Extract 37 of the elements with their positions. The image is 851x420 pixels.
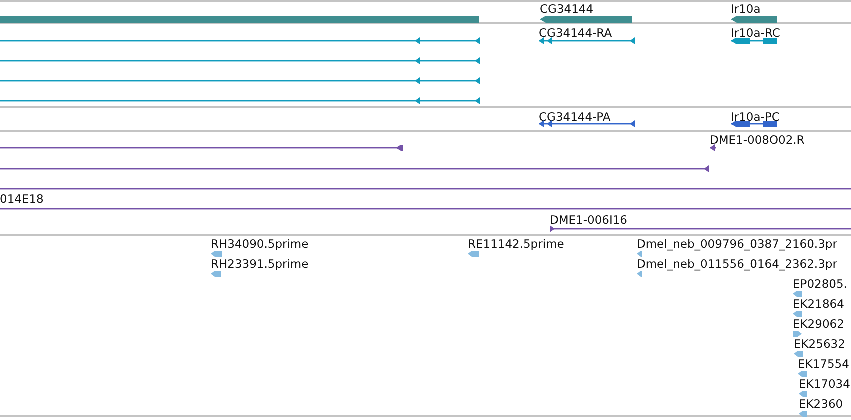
feature-label: Ir10a xyxy=(731,2,761,16)
feature-label: RH23391.5prime xyxy=(211,257,309,271)
feature-label: Ir10a-PC xyxy=(731,110,780,124)
read-glyph[interactable] xyxy=(799,411,807,417)
feature-label: Dmel_neb_009796_0387_2160.3pr xyxy=(637,237,838,251)
feature-label: CG34144 xyxy=(540,2,594,16)
gene-bar[interactable] xyxy=(540,16,632,23)
feature-label: EK29062 xyxy=(793,317,844,331)
read-glyph[interactable] xyxy=(637,251,642,257)
feature-label: EK17554 xyxy=(798,357,850,371)
feature-label: DME1-008O02.R xyxy=(710,133,805,147)
transcript-glyph[interactable] xyxy=(731,120,777,128)
read-glyph[interactable] xyxy=(793,291,802,297)
feature-label: EK21864 xyxy=(793,297,844,311)
feature-label: EK2360 xyxy=(799,397,844,411)
feature-label: Ir10a-RC xyxy=(731,26,780,40)
read-glyph[interactable] xyxy=(799,391,807,397)
read-glyph[interactable] xyxy=(798,371,807,377)
feature-label: Dmel_neb_011556_0164_2362.3pr xyxy=(637,257,838,271)
feature-label: DME1-006I16 xyxy=(550,213,628,227)
feature-label: EP02805. xyxy=(793,277,848,291)
feature-label: EK25632 xyxy=(794,337,846,351)
feature-label: EK17034 xyxy=(799,377,850,391)
read-glyph[interactable] xyxy=(794,351,803,357)
read-glyph[interactable] xyxy=(211,271,221,277)
read-glyph[interactable] xyxy=(793,331,802,337)
feature-label: RH34090.5prime xyxy=(211,237,309,251)
read-glyph[interactable] xyxy=(468,251,479,257)
feature-label: 014E18 xyxy=(0,192,44,206)
feature-label: CG34144-PA xyxy=(539,110,611,124)
gene-bar[interactable] xyxy=(731,16,777,23)
feature-label: RE11142.5prime xyxy=(468,237,564,251)
transcript-glyph[interactable] xyxy=(539,120,635,128)
read-glyph[interactable] xyxy=(793,311,802,317)
read-glyph[interactable] xyxy=(211,251,222,257)
read-glyph[interactable] xyxy=(637,271,642,277)
feature-label: CG34144-RA xyxy=(539,26,612,40)
